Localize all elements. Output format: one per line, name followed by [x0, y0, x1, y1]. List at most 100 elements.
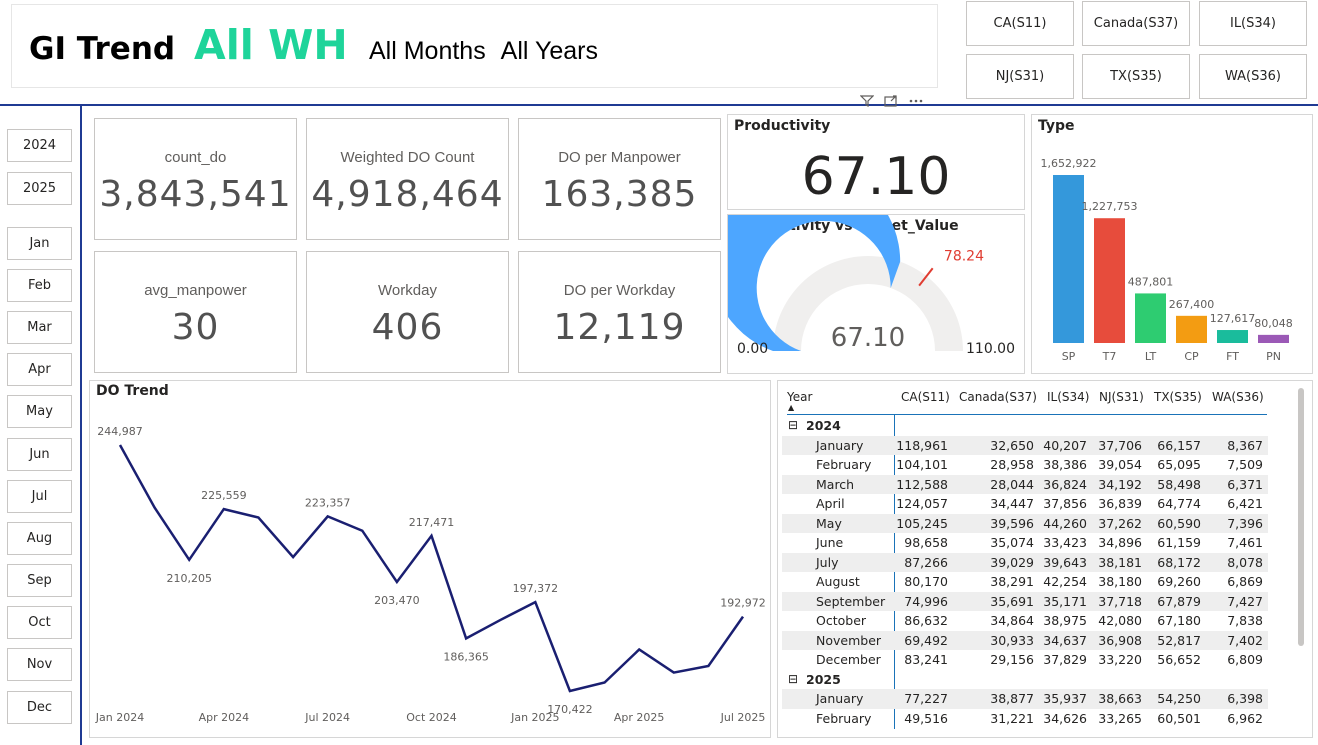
- do-trend-series-line[interactable]: [118, 444, 745, 693]
- matrix-cell: 7,402: [1227, 632, 1263, 648]
- month-button-aug[interactable]: Aug: [7, 522, 72, 555]
- matrix-cell: 60,501: [1157, 710, 1201, 726]
- matrix-cell: 60,590: [1157, 515, 1201, 531]
- matrix-month-label: January: [816, 437, 864, 453]
- month-button-feb[interactable]: Feb: [7, 269, 72, 302]
- table-row: May 105,245 39,596 44,260 37,262 60,590 7,396: [782, 513, 1268, 533]
- type-bar-cp[interactable]: [1176, 315, 1207, 343]
- warehouse-button-wa[interactable]: WA(S36): [1199, 54, 1307, 99]
- matrix-cell: 35,937: [1043, 691, 1087, 706]
- do-trend-data-label: 225,559: [201, 489, 247, 502]
- warehouse-button-ca[interactable]: CA(S11): [966, 1, 1074, 46]
- productivity-card: Productivity 67.10: [727, 114, 1025, 210]
- year-button-2025[interactable]: 2025: [7, 172, 72, 205]
- sort-arrow-icon: ▲: [788, 403, 795, 412]
- month-button-jun[interactable]: Jun: [7, 438, 72, 471]
- month-button-dec[interactable]: Dec: [7, 691, 72, 724]
- matrix-cell: 6,398: [1227, 691, 1263, 706]
- type-bar-data-label: 267,400: [1169, 298, 1215, 311]
- matrix-year-label: 2024: [806, 418, 841, 433]
- month-button-may[interactable]: May: [7, 395, 72, 428]
- matrix-month-label: March: [816, 476, 855, 492]
- matrix-year-row[interactable]: ⊟ 2025: [782, 670, 1268, 690]
- table-row: February 49,516 31,221 34,626 33,265 60,501 6,…: [782, 709, 1268, 729]
- more-options-icon[interactable]: [908, 95, 924, 107]
- years-selection: All Years: [500, 37, 598, 65]
- matrix-cell: 39,596: [990, 515, 1034, 531]
- matrix-cell: 34,896: [1098, 535, 1142, 550]
- filter-icon[interactable]: [860, 95, 874, 107]
- matrix-header-border: [787, 414, 1267, 415]
- type-bar-t7[interactable]: [1094, 218, 1125, 343]
- matrix-cell: 32,650: [990, 437, 1034, 453]
- month-button-apr[interactable]: Apr: [7, 353, 72, 386]
- table-row: December 83,241 29,156 37,829 33,220 56,652 6,…: [782, 650, 1268, 670]
- matrix-cell: 6,809: [1227, 652, 1263, 667]
- gauge-target-label: 78.24: [944, 249, 984, 265]
- do-trend-data-label: 186,365: [443, 650, 489, 663]
- matrix-column-header[interactable]: Year: [787, 390, 812, 404]
- matrix-cell: 38,291: [990, 574, 1034, 589]
- matrix-year-row[interactable]: ⊟ 2024: [782, 416, 1268, 436]
- do-trend-data-label: 203,470: [374, 594, 420, 607]
- matrix-cell: 64,774: [1157, 496, 1201, 511]
- matrix-cell: 6,962: [1227, 710, 1263, 726]
- matrix-cell: 34,637: [1043, 632, 1087, 648]
- collapse-icon[interactable]: ⊟: [788, 418, 798, 432]
- year-button-2024[interactable]: 2024: [7, 129, 72, 162]
- table-row: September 74,996 35,691 35,171 37,718 67,879 7…: [782, 591, 1268, 611]
- matrix-scrollbar[interactable]: [1298, 388, 1304, 646]
- type-bar-data-label: 127,617: [1210, 312, 1256, 325]
- productivity-title: Productivity: [734, 118, 831, 134]
- matrix-column-header[interactable]: CA(S11): [901, 390, 950, 404]
- type-bar-ft[interactable]: [1217, 330, 1248, 343]
- matrix-cell: 98,658: [904, 535, 948, 550]
- table-row: November 69,492 30,933 34,637 36,908 52,817 7,…: [782, 630, 1268, 650]
- matrix-month-label: July: [816, 554, 839, 570]
- type-bar-pn[interactable]: [1258, 334, 1289, 343]
- month-button-jul[interactable]: Jul: [7, 480, 72, 513]
- matrix-cell: 39,029: [990, 554, 1034, 570]
- matrix-cell: 8,078: [1227, 554, 1263, 570]
- matrix-cell: 7,396: [1227, 515, 1263, 531]
- gauge-min-label: 0.00: [737, 341, 768, 357]
- matrix-cell: 77,227: [904, 691, 948, 706]
- do-trend-x-tick-label: Apr 2024: [199, 711, 250, 724]
- matrix-cell: 56,652: [1157, 652, 1201, 667]
- focus-mode-icon[interactable]: [884, 95, 898, 107]
- month-button-oct[interactable]: Oct: [7, 606, 72, 639]
- matrix-column-header[interactable]: Canada(S37): [959, 390, 1037, 404]
- matrix-cell: 69,492: [904, 632, 948, 648]
- matrix-column-header[interactable]: IL(S34): [1047, 390, 1089, 404]
- matrix-column-header[interactable]: TX(S35): [1154, 390, 1202, 404]
- matrix-cell: 74,996: [904, 593, 948, 609]
- kpi-label: Workday: [378, 282, 437, 299]
- matrix-month-label: August: [816, 574, 860, 589]
- matrix-cell: 7,427: [1227, 593, 1263, 609]
- matrix-cell: 80,170: [904, 574, 948, 589]
- month-button-jan[interactable]: Jan: [7, 227, 72, 260]
- collapse-icon[interactable]: ⊟: [788, 672, 798, 686]
- matrix-cell: 105,245: [896, 515, 948, 531]
- type-bar-lt[interactable]: [1135, 293, 1166, 343]
- matrix-cell: 58,498: [1157, 476, 1201, 492]
- month-button-sep[interactable]: Sep: [7, 564, 72, 597]
- matrix-column-header[interactable]: WA(S36): [1212, 390, 1264, 404]
- matrix-cell: 36,839: [1098, 496, 1142, 511]
- do-trend-x-tick-label: Jan 2025: [510, 711, 559, 724]
- month-button-mar[interactable]: Mar: [7, 311, 72, 344]
- matrix-month-label: April: [816, 496, 845, 511]
- matrix-cell: 30,933: [990, 632, 1034, 648]
- warehouse-button-canada[interactable]: Canada(S37): [1082, 1, 1190, 46]
- type-bar-sp[interactable]: [1053, 175, 1084, 343]
- warehouse-button-il[interactable]: IL(S34): [1199, 1, 1307, 46]
- type-category-label: FT: [1226, 350, 1239, 363]
- type-category-label: CP: [1184, 350, 1199, 363]
- matrix-year-label: 2025: [806, 671, 841, 687]
- matrix-month-label: May: [816, 515, 842, 531]
- month-button-nov[interactable]: Nov: [7, 648, 72, 681]
- warehouse-button-nj[interactable]: NJ(S31): [966, 54, 1074, 99]
- warehouse-button-tx[interactable]: TX(S35): [1082, 54, 1190, 99]
- matrix-column-header[interactable]: NJ(S31): [1099, 390, 1144, 404]
- type-bar-data-label: 487,801: [1128, 275, 1174, 288]
